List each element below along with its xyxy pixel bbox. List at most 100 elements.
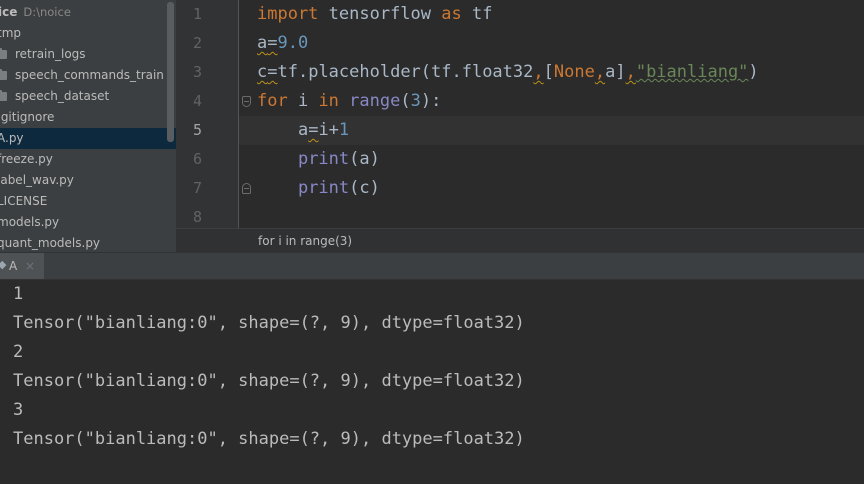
run-console[interactable]: 1 Tensor("bianliang:0", shape=(?, 9), dty… (0, 280, 864, 484)
tree-item[interactable]: label_wav.py (0, 170, 176, 191)
tree-item-label: A.py (0, 131, 24, 145)
project-root-path: D:\noice (23, 5, 71, 19)
code-line[interactable]: print(a) (257, 145, 380, 174)
tree-item-label: retrain_logs (15, 47, 86, 61)
tree-item[interactable]: .gitignore (0, 107, 176, 128)
gutter-divider (238, 0, 239, 228)
tree-item[interactable]: speech_dataset (0, 86, 176, 107)
tree-item[interactable]: quant_models.py (0, 233, 176, 252)
tree-item-label: models.py (0, 215, 60, 229)
code-line[interactable]: a=i+1 (257, 116, 349, 145)
folder-icon (0, 69, 7, 80)
tree-item[interactable]: freeze.py (0, 149, 176, 170)
code-token: for (257, 91, 288, 111)
tree-item-label: .gitignore (0, 110, 55, 124)
code-token: = (267, 62, 278, 82)
code-token: 9.0 (277, 33, 309, 53)
run-tab-label: A (9, 259, 18, 273)
code-token: print (297, 178, 350, 198)
line-number: 3 (192, 63, 202, 81)
code-token: , (625, 62, 636, 82)
line-number: 2 (192, 34, 202, 52)
code-token: = (267, 33, 278, 53)
tree-item-label: speech_commands_train (15, 68, 164, 82)
python-run-icon: ◆ (0, 258, 7, 271)
code-line[interactable]: a=9.0 (257, 29, 308, 58)
project-root-label: ice (0, 5, 18, 19)
tree-item[interactable]: models.py (0, 212, 176, 233)
code-token: a (257, 33, 268, 53)
tree-item-label: freeze.py (0, 152, 53, 166)
close-icon[interactable]: × (25, 253, 35, 279)
code-token: ): (420, 91, 442, 111)
folder-icon (0, 48, 7, 59)
code-token: = (308, 120, 319, 140)
code-token: , (533, 62, 544, 82)
breadcrumb: for i in range(3) (176, 228, 864, 253)
line-number: 6 (192, 150, 202, 168)
code-token: "bianliang" (635, 62, 749, 82)
code-token: i (287, 91, 319, 111)
sidebar-scrollbar[interactable] (167, 2, 174, 142)
fold-start-icon[interactable] (242, 96, 251, 107)
code-token: 1 (338, 120, 350, 140)
line-number: 7 (192, 179, 202, 197)
code-line[interactable]: import tensorflow as tf (257, 0, 492, 29)
code-token: tensorflow (318, 4, 442, 24)
tree-item[interactable]: A.py (0, 128, 176, 149)
code-token: tf.placeholder(tf.float32 (277, 62, 534, 82)
code-line[interactable]: print(c) (257, 174, 380, 203)
code-token: , (594, 62, 606, 82)
code-token: ) (748, 62, 759, 82)
tree-item-label: LICENSE (0, 194, 48, 208)
line-number: 8 (192, 208, 202, 226)
code-token: ( (400, 91, 411, 111)
code-token: tf (461, 4, 493, 24)
code-token: ] (615, 62, 626, 82)
code-token: i+ (318, 120, 339, 140)
code-line[interactable]: for i in range(3): (257, 87, 441, 116)
code-token: a (605, 62, 616, 82)
line-number: 1 (192, 5, 202, 23)
console-output-line: Tensor("bianliang:0", shape=(?, 9), dtyp… (13, 313, 525, 333)
code-token: as (441, 4, 462, 24)
console-output-line: Tensor("bianliang:0", shape=(?, 9), dtyp… (13, 429, 525, 449)
tree-item-label: quant_models.py (0, 236, 101, 250)
run-tab-a[interactable]: ◆ A × (0, 253, 44, 279)
line-number: 5 (192, 121, 202, 139)
code-token: a (257, 120, 309, 140)
tree-item-label: label_wav.py (0, 173, 74, 187)
breadcrumb-item[interactable]: for i in range(3) (258, 229, 352, 253)
console-output-line: 2 (13, 342, 24, 362)
project-root[interactable]: ice D:\noice (0, 2, 176, 23)
project-tree: ice D:\noice tmp retrain_logs speech_comman… (0, 0, 176, 252)
code-token: in (318, 91, 339, 111)
console-output-line: Tensor("bianliang:0", shape=(?, 9), dtyp… (13, 371, 525, 391)
code-token: None (553, 62, 595, 82)
code-token: print (297, 149, 350, 169)
code-token: (c) (349, 178, 380, 198)
tree-item-label: tmp (0, 26, 22, 40)
code-token: range (349, 91, 401, 111)
code-token: c (257, 62, 268, 82)
folder-icon (0, 90, 7, 101)
tree-item[interactable]: retrain_logs (0, 44, 176, 65)
code-line[interactable]: c=tf.placeholder(tf.float32,[None,a],"bi… (257, 58, 759, 87)
code-token: [ (543, 62, 554, 82)
code-token: import (257, 4, 319, 24)
run-tab-bar: ◆ A × (0, 252, 864, 280)
tree-item[interactable]: speech_commands_train (0, 65, 176, 86)
code-editor[interactable]: 12345678 import tensorflow as tf a=9.0 c=t… (176, 0, 864, 228)
fold-end-icon[interactable] (242, 183, 251, 194)
line-number: 4 (192, 92, 202, 110)
code-token: (a) (349, 149, 380, 169)
tree-item-label: speech_dataset (15, 89, 110, 103)
tree-item[interactable]: LICENSE (0, 191, 176, 212)
tree-item[interactable]: tmp (0, 23, 176, 44)
code-token: 3 (410, 91, 421, 111)
console-output-line: 3 (13, 400, 24, 420)
console-output-line: 1 (13, 284, 24, 304)
